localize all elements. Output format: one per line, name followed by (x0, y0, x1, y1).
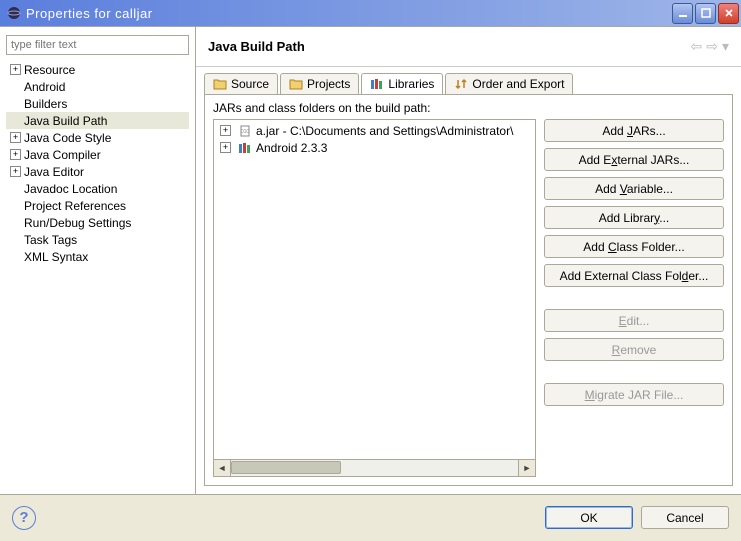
tree-item-label: Builders (24, 97, 67, 111)
tree-item-label: Java Editor (24, 165, 84, 179)
remove-button: Remove (544, 338, 724, 361)
window-title: Properties for calljar (26, 6, 672, 21)
tab-projects[interactable]: Projects (280, 73, 359, 94)
tree-toggle-icon[interactable]: + (10, 149, 21, 160)
tree-item[interactable]: Builders (6, 95, 189, 112)
tree-item[interactable]: Project References (6, 197, 189, 214)
button-column: Add JARs... Add External JARs... Add Varia… (544, 119, 724, 477)
back-icon[interactable]: ⇦ (691, 38, 703, 55)
add_ext_cls-button[interactable]: Add External Class Folder... (544, 264, 724, 287)
order-icon (454, 78, 468, 90)
horizontal-scrollbar[interactable]: ◄ ► (213, 460, 536, 477)
migrate-button: Migrate JAR File... (544, 383, 724, 406)
eclipse-icon (6, 5, 22, 21)
forward-icon[interactable]: ⇨ (706, 38, 718, 55)
jar-entry[interactable]: +010 a.jar - C:\Documents and Settings\Ad… (216, 122, 533, 139)
libraries-tab-content: JARs and class folders on the build path… (204, 94, 733, 486)
tab-description: JARs and class folders on the build path… (213, 101, 724, 115)
jar-tree[interactable]: +010 a.jar - C:\Documents and Settings\Ad… (213, 119, 536, 460)
page-title: Java Build Path (208, 39, 691, 54)
tree-item-label: XML Syntax (24, 250, 88, 264)
tree-item-label: Run/Debug Settings (24, 216, 131, 230)
tree-item[interactable]: +Java Code Style (6, 129, 189, 146)
folder-icon (213, 78, 227, 90)
titlebar: Properties for calljar (0, 0, 741, 26)
lib-icon (237, 141, 253, 155)
folder-icon (289, 78, 303, 90)
jar-entry[interactable]: + Android 2.3.3 (216, 139, 533, 156)
tree-item[interactable]: Java Build Path (6, 112, 189, 129)
add_ext_jars-button[interactable]: Add External JARs... (544, 148, 724, 171)
left-panel: +ResourceAndroidBuildersJava Build Path+… (0, 27, 196, 494)
page-header: Java Build Path ⇦ ⇨ ▾ (196, 27, 741, 67)
tree-item[interactable]: +Resource (6, 61, 189, 78)
maximize-button[interactable] (695, 3, 716, 24)
add_var-button[interactable]: Add Variable... (544, 177, 724, 200)
help-icon[interactable]: ? (12, 506, 36, 530)
tree-item-label: Android (24, 80, 65, 94)
tree-item[interactable]: +Java Compiler (6, 146, 189, 163)
tab-libraries[interactable]: Libraries (361, 73, 443, 94)
tree-toggle-icon[interactable]: + (220, 125, 231, 136)
svg-text:010: 010 (241, 129, 250, 135)
tree-item[interactable]: Run/Debug Settings (6, 214, 189, 231)
jar-entry-label: a.jar - C:\Documents and Settings\Admini… (256, 124, 513, 138)
add_lib-button[interactable]: Add Library... (544, 206, 724, 229)
tree-item-label: Java Build Path (24, 114, 107, 128)
tree-item-label: Java Code Style (24, 131, 111, 145)
tree-item[interactable]: XML Syntax (6, 248, 189, 265)
tab-label: Projects (307, 77, 350, 91)
ok-button[interactable]: OK (545, 506, 633, 529)
tree-item-label: Resource (24, 63, 75, 77)
add_cls-button[interactable]: Add Class Folder... (544, 235, 724, 258)
tree-item-label: Task Tags (24, 233, 77, 247)
tree-item[interactable]: Task Tags (6, 231, 189, 248)
tree-item[interactable]: +Java Editor (6, 163, 189, 180)
add_jars-button[interactable]: Add JARs... (544, 119, 724, 142)
tab-label: Libraries (388, 77, 434, 91)
scroll-thumb[interactable] (231, 461, 341, 474)
tree-item-label: Java Compiler (24, 148, 101, 162)
scroll-left-button[interactable]: ◄ (214, 460, 231, 476)
tree-toggle-icon[interactable]: + (10, 166, 21, 177)
minimize-button[interactable] (672, 3, 693, 24)
jar-icon: 010 (237, 124, 253, 138)
scroll-right-button[interactable]: ► (518, 460, 535, 476)
tab-order-and-export[interactable]: Order and Export (445, 73, 573, 94)
property-tree[interactable]: +ResourceAndroidBuildersJava Build Path+… (6, 61, 189, 265)
tab-label: Source (231, 77, 269, 91)
tree-item[interactable]: Android (6, 78, 189, 95)
tree-item-label: Project References (24, 199, 126, 213)
tab-label: Order and Export (472, 77, 564, 91)
tree-toggle-icon[interactable]: + (220, 142, 231, 153)
cancel-button[interactable]: Cancel (641, 506, 729, 529)
bottom-bar: ? OK Cancel (0, 494, 741, 540)
tab-bar: Source Projects Libraries Order and Export (204, 73, 733, 94)
jar-entry-label: Android 2.3.3 (256, 141, 327, 155)
menu-dropdown-icon[interactable]: ▾ (722, 38, 729, 55)
scroll-track[interactable] (231, 460, 518, 476)
tree-item[interactable]: Javadoc Location (6, 180, 189, 197)
tree-item-label: Javadoc Location (24, 182, 117, 196)
edit-button: Edit... (544, 309, 724, 332)
filter-input[interactable] (6, 35, 189, 55)
tree-toggle-icon[interactable]: + (10, 132, 21, 143)
close-button[interactable] (718, 3, 739, 24)
tab-source[interactable]: Source (204, 73, 278, 94)
library-icon (370, 78, 384, 90)
tree-toggle-icon[interactable]: + (10, 64, 21, 75)
